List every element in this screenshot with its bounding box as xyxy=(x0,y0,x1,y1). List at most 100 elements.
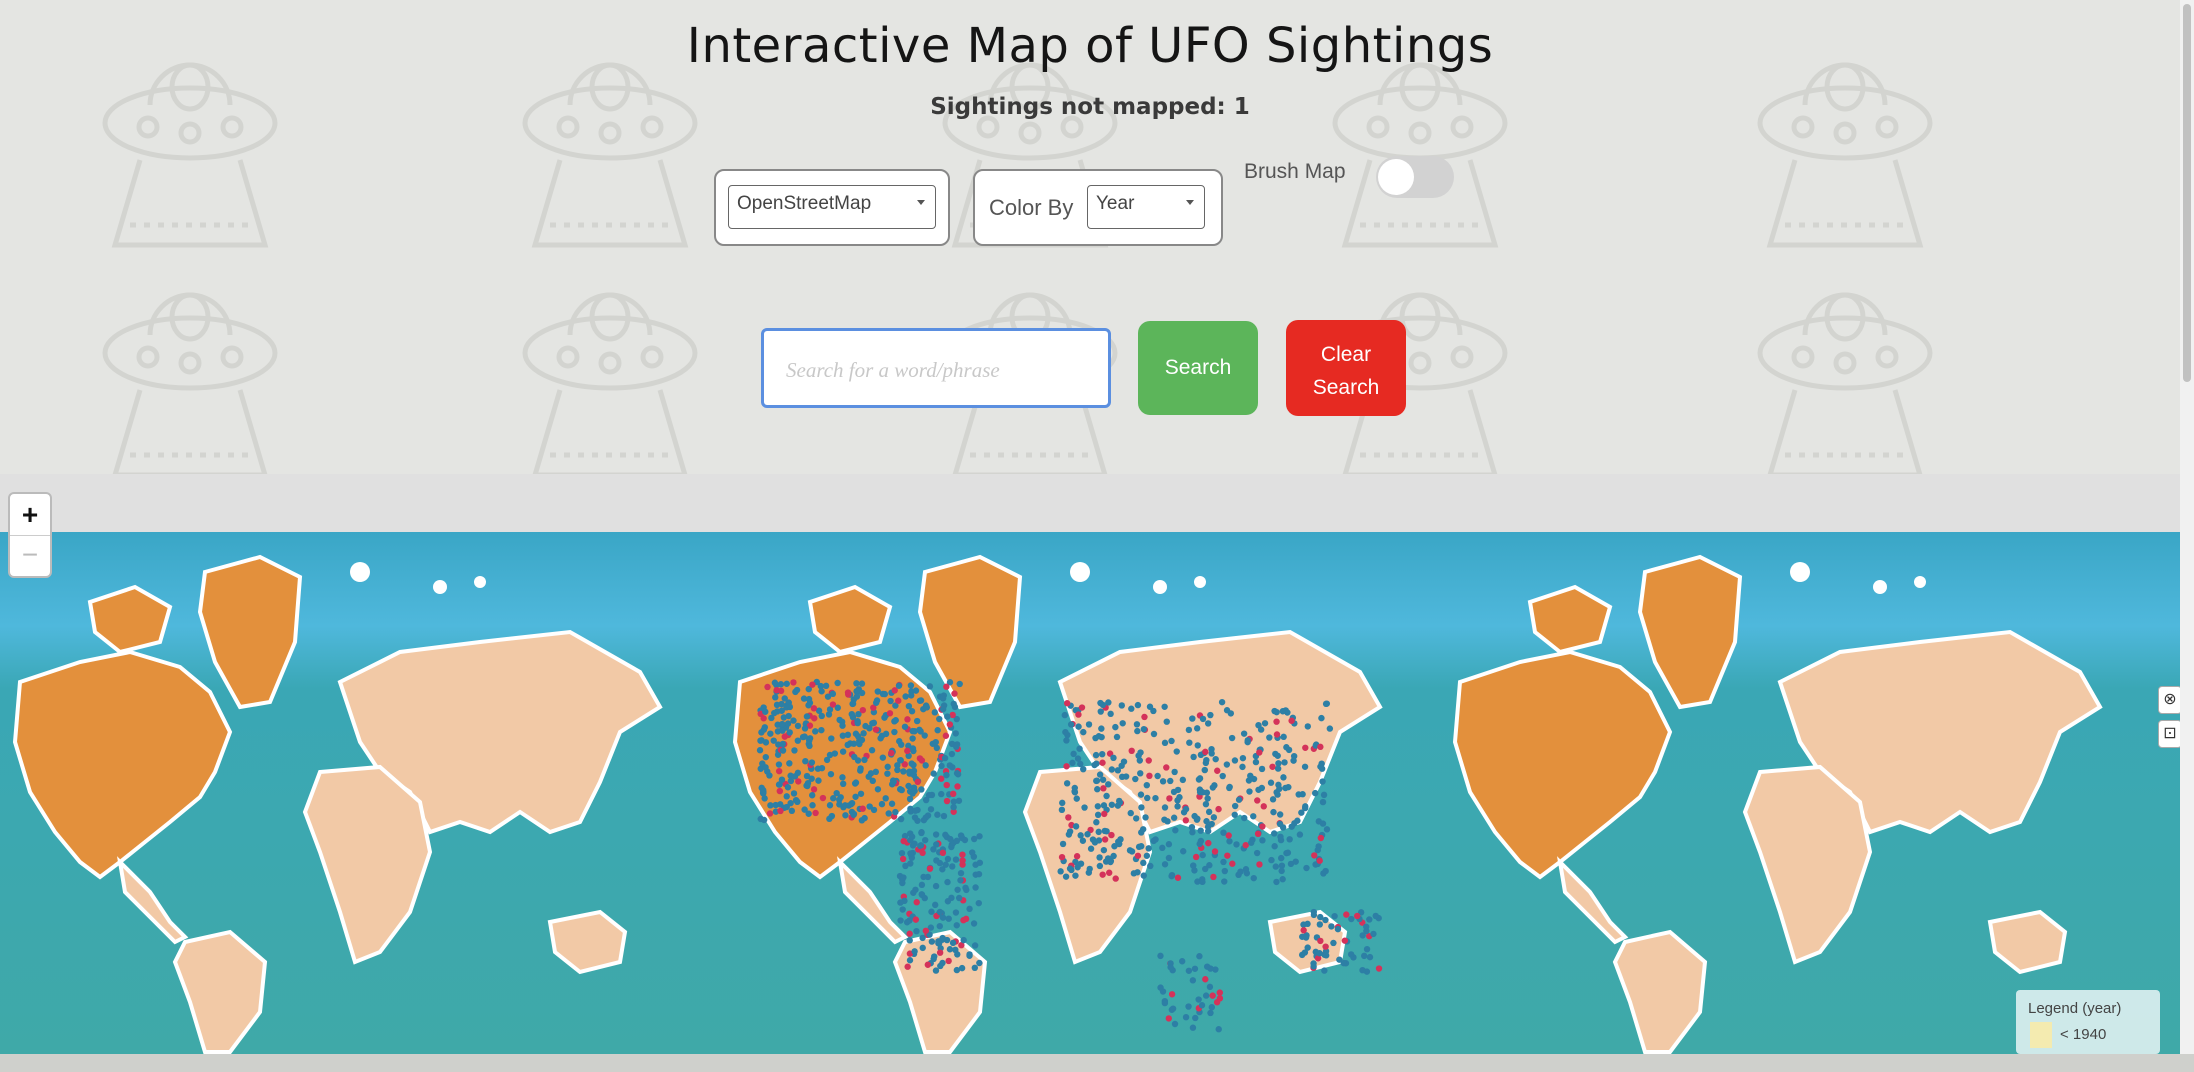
sighting-marker[interactable] xyxy=(1161,804,1169,811)
sighting-marker[interactable] xyxy=(1269,796,1277,803)
sighting-marker[interactable] xyxy=(777,801,784,808)
sighting-marker[interactable] xyxy=(1220,858,1227,866)
sighting-marker[interactable] xyxy=(861,814,868,822)
sighting-marker[interactable] xyxy=(930,770,937,777)
sighting-marker[interactable] xyxy=(885,810,892,817)
sighting-marker[interactable] xyxy=(794,769,802,777)
sighting-marker[interactable] xyxy=(1271,707,1278,715)
sighting-marker[interactable] xyxy=(868,747,876,754)
sighting-marker[interactable] xyxy=(1300,927,1307,934)
sighting-marker[interactable] xyxy=(932,901,939,909)
sighting-marker[interactable] xyxy=(1099,871,1106,878)
sighting-marker[interactable] xyxy=(1062,728,1069,736)
sighting-marker[interactable] xyxy=(849,700,857,707)
sighting-marker[interactable] xyxy=(1110,852,1117,860)
scrollbar-thumb[interactable] xyxy=(2183,4,2191,382)
sighting-marker[interactable] xyxy=(761,795,768,802)
sighting-marker[interactable] xyxy=(1069,759,1076,767)
sighting-marker[interactable] xyxy=(777,807,784,815)
sighting-marker[interactable] xyxy=(1174,803,1181,810)
sighting-marker[interactable] xyxy=(950,803,957,811)
sighting-marker[interactable] xyxy=(1282,784,1289,792)
sighting-marker[interactable] xyxy=(1196,775,1204,782)
sighting-marker[interactable] xyxy=(1312,789,1319,797)
sighting-marker[interactable] xyxy=(1091,761,1098,769)
sighting-marker[interactable] xyxy=(1316,950,1323,957)
sighting-marker[interactable] xyxy=(1194,742,1201,749)
sighting-marker[interactable] xyxy=(944,855,952,863)
sighting-marker[interactable] xyxy=(1210,873,1217,881)
sighting-marker[interactable] xyxy=(1099,759,1106,766)
sighting-marker[interactable] xyxy=(897,815,905,823)
sighting-marker[interactable] xyxy=(905,702,913,710)
sighting-marker[interactable] xyxy=(1204,795,1211,802)
sighting-marker[interactable] xyxy=(1274,752,1281,759)
sighting-marker[interactable] xyxy=(836,801,843,808)
sighting-marker[interactable] xyxy=(937,962,944,970)
sighting-marker[interactable] xyxy=(844,741,851,749)
sighting-marker[interactable] xyxy=(938,762,945,770)
sighting-marker[interactable] xyxy=(1322,943,1329,950)
sighting-marker[interactable] xyxy=(909,735,916,742)
sighting-marker[interactable] xyxy=(872,768,880,776)
sighting-marker[interactable] xyxy=(1128,848,1136,855)
sighting-marker[interactable] xyxy=(892,808,899,816)
sighting-marker[interactable] xyxy=(818,726,825,734)
sighting-marker[interactable] xyxy=(946,946,954,953)
sighting-marker[interactable] xyxy=(848,799,856,807)
sighting-marker[interactable] xyxy=(934,811,941,818)
sighting-marker[interactable] xyxy=(1274,791,1281,798)
sighting-marker[interactable] xyxy=(952,909,960,916)
sighting-marker[interactable] xyxy=(1317,937,1324,945)
sighting-marker[interactable] xyxy=(1193,725,1201,732)
sighting-marker[interactable] xyxy=(887,697,894,705)
sighting-marker[interactable] xyxy=(960,917,967,924)
sighting-marker[interactable] xyxy=(938,790,945,798)
sighting-marker[interactable] xyxy=(1279,708,1286,715)
sighting-marker[interactable] xyxy=(970,920,978,927)
page-scrollbar[interactable] xyxy=(2180,0,2194,1054)
sighting-marker[interactable] xyxy=(1076,745,1083,752)
sighting-marker[interactable] xyxy=(1081,804,1088,811)
sighting-marker[interactable] xyxy=(757,737,764,744)
sighting-marker[interactable] xyxy=(829,690,837,698)
sighting-marker[interactable] xyxy=(787,799,794,807)
sighting-marker[interactable] xyxy=(1084,831,1091,838)
sighting-marker[interactable] xyxy=(1070,750,1077,758)
sighting-marker[interactable] xyxy=(850,740,858,747)
sighting-marker[interactable] xyxy=(800,695,808,702)
sighting-marker[interactable] xyxy=(1067,721,1075,728)
sighting-marker[interactable] xyxy=(1266,734,1273,741)
sighting-marker[interactable] xyxy=(1099,750,1106,758)
sighting-marker[interactable] xyxy=(1127,809,1134,817)
sighting-marker[interactable] xyxy=(1274,765,1282,772)
sighting-marker[interactable] xyxy=(1226,838,1233,845)
sighting-marker[interactable] xyxy=(944,878,951,886)
sighting-marker[interactable] xyxy=(1191,965,1199,972)
sighting-marker[interactable] xyxy=(949,790,957,798)
sighting-marker[interactable] xyxy=(779,727,786,734)
sighting-marker[interactable] xyxy=(1116,799,1124,806)
sighting-marker[interactable] xyxy=(1161,739,1169,747)
sighting-marker[interactable] xyxy=(1147,862,1154,870)
sighting-marker[interactable] xyxy=(1228,734,1236,742)
sighting-marker[interactable] xyxy=(914,778,921,786)
sighting-marker[interactable] xyxy=(1174,874,1182,881)
sighting-marker[interactable] xyxy=(787,772,794,779)
sighting-marker[interactable] xyxy=(1094,786,1101,793)
sighting-marker[interactable] xyxy=(1108,831,1115,839)
sighting-marker[interactable] xyxy=(1096,854,1103,861)
sighting-marker[interactable] xyxy=(1199,878,1206,886)
sighting-marker[interactable] xyxy=(1326,725,1334,732)
sighting-marker[interactable] xyxy=(918,881,926,889)
sighting-marker[interactable] xyxy=(1138,804,1145,811)
sighting-marker[interactable] xyxy=(944,713,951,720)
sighting-marker[interactable] xyxy=(1269,763,1276,770)
sighting-marker[interactable] xyxy=(830,795,837,802)
sighting-marker[interactable] xyxy=(1199,851,1206,859)
sighting-marker[interactable] xyxy=(1134,701,1142,709)
sighting-marker[interactable] xyxy=(1198,1002,1206,1009)
sighting-marker[interactable] xyxy=(794,798,801,806)
sighting-marker[interactable] xyxy=(1150,730,1158,738)
sighting-marker[interactable] xyxy=(1300,921,1307,928)
